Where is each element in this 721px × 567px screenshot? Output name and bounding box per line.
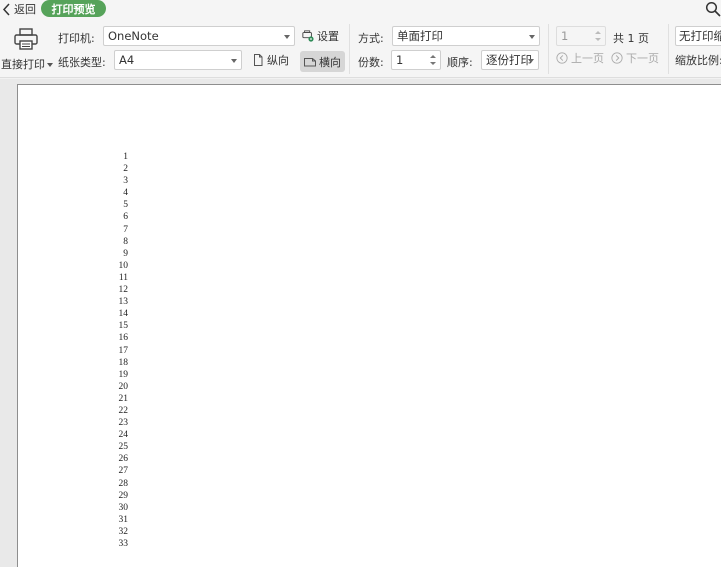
- row-number: 22: [118, 405, 129, 416]
- landscape-page-icon: [304, 57, 316, 66]
- portrait-button[interactable]: 纵向: [252, 50, 289, 70]
- next-page-label: 下一页: [626, 52, 659, 65]
- paper-type-select[interactable]: A4: [114, 50, 242, 70]
- paper-type-select-value: A4: [119, 53, 135, 67]
- printer-icon: [14, 28, 38, 50]
- row-number: 32: [118, 526, 129, 537]
- increment-arrow-icon[interactable]: [595, 31, 601, 34]
- row-number: 9: [123, 248, 128, 259]
- scale-mode-value: 无打印缩: [679, 29, 721, 43]
- settings-button[interactable]: 设置: [302, 26, 339, 46]
- chevron-down-icon: [47, 63, 53, 67]
- toolbar-divider: [668, 24, 669, 74]
- printer-select-value: OneNote: [108, 29, 159, 43]
- landscape-button[interactable]: 横向: [300, 51, 345, 72]
- chevron-down-icon: [284, 35, 290, 39]
- row-number: 2: [123, 164, 128, 175]
- chevron-left-icon: [2, 2, 10, 16]
- row-number-list: 1 2 3 4 5 6 7 8 9 10 11 12 13 14 15 16 17 18 19 20 21 22 23 24 2…: [98, 151, 129, 550]
- paper-type-label: 纸张类型:: [58, 56, 106, 69]
- row-number: 28: [118, 478, 129, 489]
- row-number: 12: [118, 285, 129, 296]
- row-number: 11: [118, 272, 128, 283]
- row-number: 23: [118, 418, 129, 429]
- back-button[interactable]: 返回: [2, 1, 36, 17]
- row-number: 7: [123, 224, 128, 235]
- direct-print-button[interactable]: 直接打印: [0, 22, 54, 71]
- print-method-select[interactable]: 单面打印: [392, 26, 540, 46]
- row-number: 31: [118, 514, 129, 525]
- print-order-select[interactable]: 逐份打印: [481, 50, 539, 70]
- prev-page-label: 上一页: [571, 52, 604, 65]
- next-page-button[interactable]: 下一页: [611, 48, 659, 68]
- row-number: 33: [118, 539, 129, 549]
- order-label: 顺序:: [447, 56, 473, 69]
- print-preview-tab[interactable]: 打印预览: [41, 0, 106, 17]
- copies-stepper[interactable]: 1: [391, 50, 441, 70]
- prev-page-button[interactable]: 上一页: [556, 48, 604, 68]
- toolbar-divider: [349, 24, 350, 74]
- row-number: 26: [118, 454, 129, 465]
- decrement-arrow-icon[interactable]: [430, 62, 436, 65]
- increment-arrow-icon[interactable]: [430, 55, 436, 58]
- printer-label: 打印机:: [58, 32, 95, 45]
- print-toolbar: 直接打印 打印机: OneNote 纸张类型: A4 设置 纵向 横向 方式: …: [0, 18, 721, 78]
- row-number: 4: [123, 188, 128, 199]
- row-number: 24: [118, 430, 129, 441]
- row-number: 8: [123, 236, 128, 247]
- landscape-label: 横向: [319, 55, 341, 69]
- row-number: 18: [118, 357, 129, 368]
- chevron-down-icon: [528, 59, 534, 63]
- chevron-down-icon: [231, 59, 237, 63]
- decrement-arrow-icon[interactable]: [595, 38, 601, 41]
- row-number: 15: [118, 321, 129, 332]
- copies-value: 1: [396, 53, 404, 67]
- row-number: 6: [123, 212, 128, 223]
- row-number: 14: [118, 309, 129, 320]
- page-number-stepper[interactable]: 1: [556, 26, 606, 46]
- row-number: 1: [123, 152, 128, 162]
- preview-area[interactable]: 1 2 3 4 5 6 7 8 9 10 11 12 13 14 15 16 17 18 19 20 21 22 23 24 2…: [0, 79, 721, 567]
- chevron-down-icon: [529, 35, 535, 39]
- top-bar: 返回 打印预览: [0, 0, 721, 18]
- arrow-right-circle-icon: [611, 52, 623, 64]
- total-pages-label: 共 1 页: [613, 32, 649, 45]
- row-number: 10: [118, 260, 129, 271]
- row-number: 20: [118, 381, 129, 392]
- printer-settings-icon: [302, 30, 314, 42]
- copies-label: 份数:: [358, 56, 384, 69]
- row-number: 30: [118, 502, 129, 513]
- scale-ratio-label: 缩放比例:: [675, 54, 721, 67]
- row-number: 17: [118, 345, 129, 356]
- print-order-select-value: 逐份打印: [486, 53, 532, 67]
- row-number: 5: [123, 200, 128, 211]
- arrow-left-circle-icon: [556, 52, 568, 64]
- print-method-select-value: 单面打印: [397, 29, 443, 43]
- row-number: 27: [118, 466, 129, 477]
- page-number-value: 1: [561, 29, 569, 43]
- direct-print-label: 直接打印: [1, 58, 45, 71]
- toolbar-divider: [548, 24, 549, 74]
- method-label: 方式:: [358, 32, 384, 45]
- printer-select[interactable]: OneNote: [103, 26, 295, 46]
- portrait-label: 纵向: [267, 54, 289, 67]
- row-number: 21: [118, 393, 129, 404]
- row-number: 13: [118, 297, 129, 308]
- row-number: 25: [118, 442, 129, 453]
- row-number: 19: [118, 369, 129, 380]
- row-number: 16: [118, 333, 129, 344]
- settings-label: 设置: [317, 30, 339, 43]
- back-label: 返回: [14, 3, 36, 16]
- search-icon[interactable]: [705, 1, 721, 17]
- row-number: 3: [123, 176, 128, 187]
- row-number: 29: [118, 490, 129, 501]
- scale-mode-select[interactable]: 无打印缩: [675, 26, 721, 46]
- portrait-page-icon: [254, 54, 263, 66]
- preview-page: 1 2 3 4 5 6 7 8 9 10 11 12 13 14 15 16 17 18 19 20 21 22 23 24 2…: [17, 84, 721, 567]
